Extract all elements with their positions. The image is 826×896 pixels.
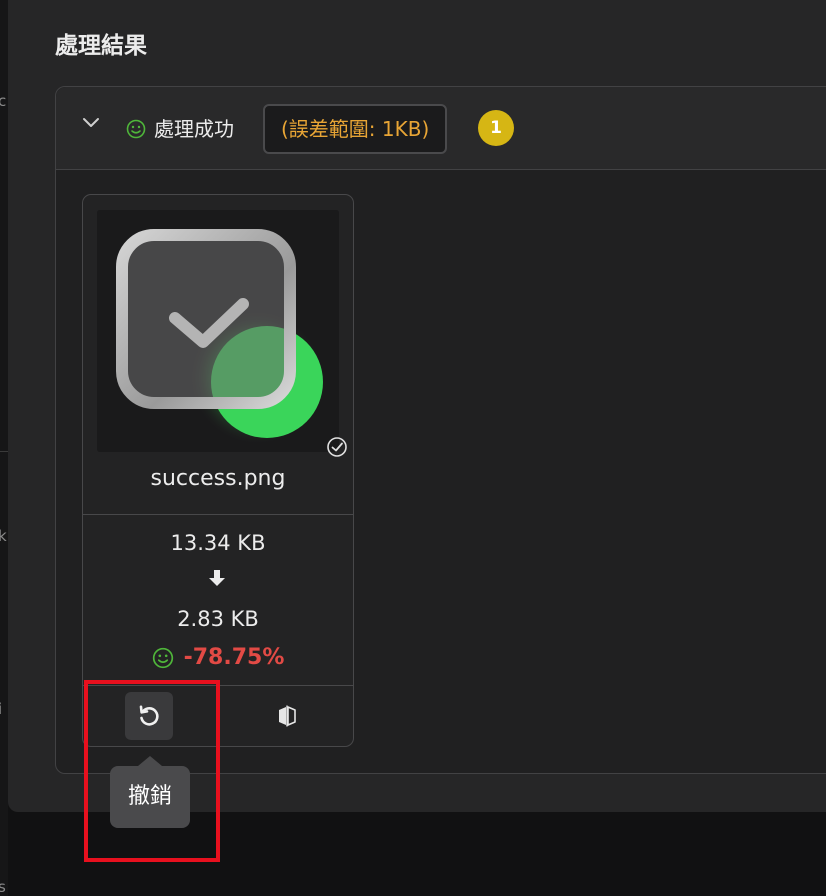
file-name: success.png <box>150 466 286 491</box>
background-window-edge: c k i s <box>0 0 8 896</box>
edge-glyph: c <box>0 92 7 110</box>
check-circle-icon <box>327 437 347 457</box>
result-group: 處理成功 (誤差範圍: 1KB) 1 success.png 13.34 KB … <box>55 86 826 774</box>
tolerance-tag: (誤差範圍: 1KB) <box>263 104 448 154</box>
smile-icon <box>126 119 146 139</box>
group-header[interactable]: 處理成功 (誤差範圍: 1KB) 1 <box>56 87 826 170</box>
chevron-down-icon[interactable] <box>81 115 101 131</box>
checkmark-app-icon <box>97 210 339 452</box>
compression-ratio: -78.75% <box>183 645 285 670</box>
edge-glyph: i <box>0 700 3 718</box>
ratio-row: -78.75% <box>83 643 353 673</box>
status-label: 處理成功 <box>154 117 234 141</box>
card-divider <box>83 514 353 515</box>
compressed-size: 2.83 KB <box>177 607 259 631</box>
file-card: success.png 13.34 KB 2.83 KB -78.75% <box>82 194 354 747</box>
file-thumbnail[interactable] <box>97 210 339 452</box>
compare-button[interactable] <box>263 692 311 740</box>
compare-icon <box>279 705 296 727</box>
edge-glyph: k <box>0 527 7 545</box>
edge-divider <box>0 451 8 452</box>
highlight-box <box>84 680 220 862</box>
smile-icon <box>152 647 173 669</box>
original-size: 13.34 KB <box>170 531 266 555</box>
arrow-down-icon <box>209 570 225 586</box>
count-badge: 1 <box>478 110 514 146</box>
page-title: 處理結果 <box>55 33 147 59</box>
edge-glyph: s <box>0 878 6 896</box>
